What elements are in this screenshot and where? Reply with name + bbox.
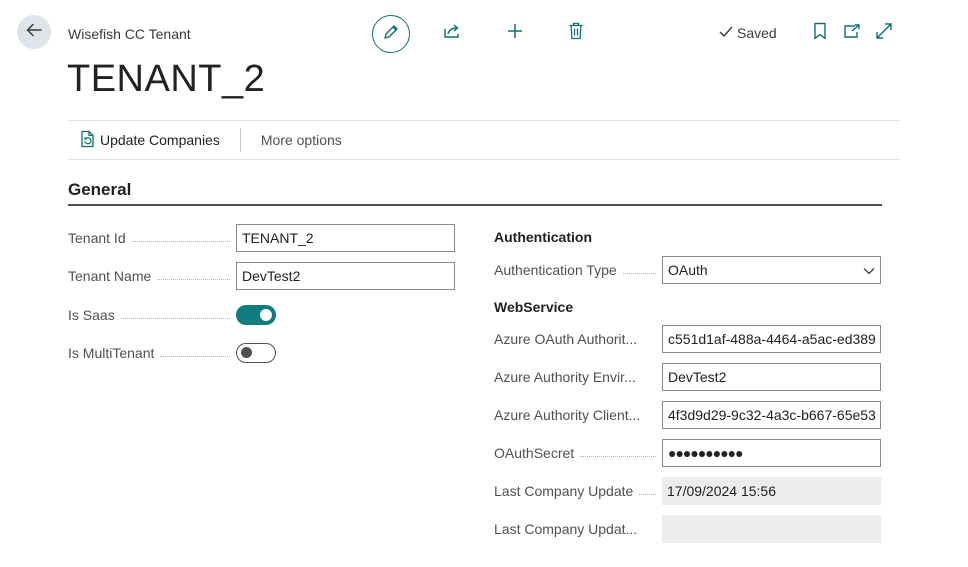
checkmark-icon: [719, 25, 733, 41]
pencil-icon: [382, 23, 400, 46]
expand-icon: [875, 22, 893, 45]
tenant-name-field[interactable]: DevTest2: [236, 262, 455, 290]
authentication-group-title: Authentication: [494, 229, 592, 245]
azure-oauth-authority-row: Azure OAuth Authorit... c551d1af-488a-44…: [494, 325, 881, 353]
azure-authority-client-field[interactable]: 4f3d9d29-9c32-4a3c-b667-65e53: [662, 401, 881, 429]
new-button[interactable]: [503, 21, 527, 45]
plus-icon: [506, 22, 524, 45]
is-saas-label: Is Saas: [68, 307, 236, 323]
tenant-id-row: Tenant Id TENANT_2: [68, 224, 455, 252]
oauth-secret-field[interactable]: ●●●●●●●●●●: [662, 439, 881, 467]
is-multitenant-toggle[interactable]: [236, 343, 276, 363]
action-bar: Update Companies More options: [68, 120, 900, 160]
tenant-name-row: Tenant Name DevTest2: [68, 262, 455, 290]
azure-authority-env-label: Azure Authority Envir...: [494, 369, 636, 385]
last-company-update-2-label: Last Company Updat...: [494, 521, 638, 537]
azure-authority-client-row: Azure Authority Client... 4f3d9d29-9c32-…: [494, 401, 881, 429]
more-options-action[interactable]: More options: [249, 132, 354, 148]
auth-type-select[interactable]: OAuth: [662, 256, 881, 284]
expand-button[interactable]: [872, 21, 896, 45]
last-company-update-value: 17/09/2024 15:56: [662, 477, 881, 505]
update-companies-label: Update Companies: [100, 132, 220, 148]
last-company-update-2-value: [662, 515, 881, 543]
share-icon: [443, 22, 461, 45]
update-companies-action[interactable]: Update Companies: [68, 130, 232, 151]
document-refresh-icon: [80, 130, 96, 151]
tenant-id-field[interactable]: TENANT_2: [236, 224, 455, 252]
oauth-secret-label: OAuthSecret: [494, 445, 662, 461]
bookmark-icon: [813, 22, 827, 45]
trash-icon: [568, 22, 584, 45]
is-multitenant-row: Is MultiTenant: [68, 343, 276, 363]
back-button[interactable]: [17, 15, 51, 49]
is-saas-row: Is Saas: [68, 305, 276, 325]
last-company-update-label: Last Company Update: [494, 483, 662, 499]
azure-authority-env-field[interactable]: DevTest2: [662, 363, 881, 391]
azure-authority-client-label: Azure Authority Client...: [494, 407, 641, 423]
tenant-id-label: Tenant Id: [68, 230, 236, 246]
action-divider: [239, 128, 241, 152]
open-new-window-button[interactable]: [840, 21, 864, 45]
arrow-left-icon: [25, 21, 43, 44]
saved-status: Saved: [719, 25, 777, 41]
section-title-general: General: [68, 180, 882, 206]
delete-button[interactable]: [564, 21, 588, 45]
webservice-group-title: WebService: [494, 299, 574, 315]
oauth-secret-row: OAuthSecret ●●●●●●●●●●: [494, 439, 881, 467]
auth-type-value: OAuth: [668, 262, 708, 278]
azure-oauth-authority-label: Azure OAuth Authorit...: [494, 331, 638, 347]
page-title: TENANT_2: [67, 58, 266, 100]
bookmark-button[interactable]: [809, 21, 831, 45]
edit-button[interactable]: [372, 15, 410, 53]
azure-authority-env-row: Azure Authority Envir... DevTest2: [494, 363, 881, 391]
tenant-name-label: Tenant Name: [68, 268, 236, 284]
share-button[interactable]: [440, 21, 464, 45]
is-multitenant-label: Is MultiTenant: [68, 345, 236, 361]
page-caption: Wisefish CC Tenant: [68, 26, 191, 42]
last-company-update-2-row: Last Company Updat...: [494, 515, 881, 543]
auth-type-label: Authentication Type: [494, 262, 662, 278]
last-company-update-row: Last Company Update 17/09/2024 15:56: [494, 477, 881, 505]
chevron-down-icon: [863, 262, 875, 278]
azure-oauth-authority-field[interactable]: c551d1af-488a-4464-a5ac-ed389: [662, 325, 881, 353]
is-saas-toggle[interactable]: [236, 305, 276, 325]
popout-icon: [843, 23, 861, 44]
auth-type-row: Authentication Type OAuth: [494, 256, 881, 284]
saved-label: Saved: [737, 25, 777, 41]
